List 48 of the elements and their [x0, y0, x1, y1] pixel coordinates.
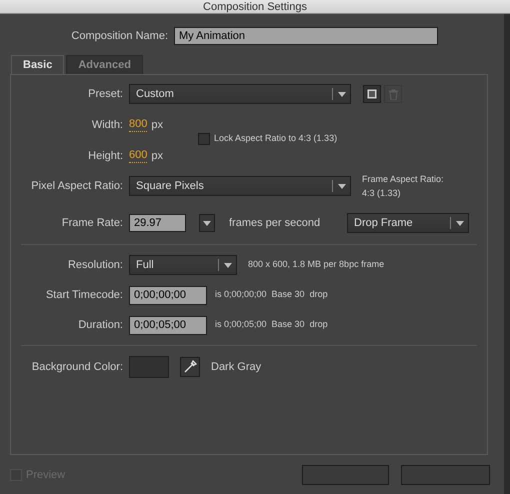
field-label: Resolution:: [66, 258, 124, 273]
caret-icon: [338, 92, 346, 96]
unit-label: px: [151, 118, 163, 133]
field-label: Preset:: [87, 86, 124, 102]
frame-aspect-value: 4:3 (1.33): [362, 187, 402, 200]
tab[interactable]: Advanced: [66, 55, 143, 74]
frame-aspect-label: Frame Aspect Ratio:: [362, 173, 444, 186]
frame-rate-field[interactable]: 29.97: [129, 214, 186, 232]
field-label: Background Color:: [30, 360, 124, 375]
unit-label: px: [151, 148, 163, 164]
field-label: Duration:: [77, 318, 124, 333]
checkbox-label: Lock Aspect Ratio to 4:3 (1.33): [214, 132, 338, 146]
frame-rate-menu-button[interactable]: [199, 214, 215, 232]
save-preset-button[interactable]: [363, 85, 381, 103]
tab[interactable]: Basic: [11, 55, 64, 74]
timecode-info: is 0;00;00;00 Base 30 drop: [215, 288, 328, 302]
dropdown[interactable]: Square Pixels: [129, 176, 351, 196]
dropdown[interactable]: Custom: [129, 84, 351, 104]
caret-icon: [224, 262, 232, 268]
resolution-info: 800 x 600, 1.8 MB per 8bpc frame: [248, 258, 384, 272]
caret-icon: [456, 220, 464, 226]
eyedropper-button[interactable]: [180, 357, 200, 377]
dropdown[interactable]: Full: [129, 255, 237, 275]
window-title: Composition Settings: [203, 0, 307, 12]
field-label: Pixel Aspect Ratio:: [30, 178, 124, 194]
checkbox[interactable]: [198, 133, 210, 145]
save-icon: [367, 89, 377, 99]
color-swatch[interactable]: [129, 356, 169, 378]
timecode-field[interactable]: 0;00;05;00: [129, 316, 207, 334]
composition-name-field[interactable]: My Animation: [174, 27, 438, 45]
timecode-field[interactable]: 0;00;00;00: [129, 286, 207, 304]
field-label: Width:: [90, 118, 124, 133]
color-name: Dark Gray: [211, 360, 262, 375]
dialog-button[interactable]: [401, 465, 490, 485]
field-label: Height:: [87, 148, 124, 164]
timecode-info: is 0;00;05;00 Base 30 drop: [215, 318, 328, 332]
value-scrubber[interactable]: 800: [129, 118, 148, 132]
eyedropper-icon: [183, 360, 197, 374]
field-label: Start Timecode:: [44, 288, 124, 303]
caret-icon: [203, 220, 211, 226]
caret-icon: [338, 184, 346, 188]
dialog-button[interactable]: [302, 465, 389, 485]
field-label: Frame Rate:: [60, 216, 124, 231]
field-label: Composition Name:: [70, 28, 169, 44]
value-scrubber[interactable]: 600: [129, 149, 148, 163]
dropdown[interactable]: Drop Frame: [347, 213, 469, 233]
trash-icon: [388, 88, 398, 100]
frame-rate-unit: frames per second: [229, 216, 322, 231]
